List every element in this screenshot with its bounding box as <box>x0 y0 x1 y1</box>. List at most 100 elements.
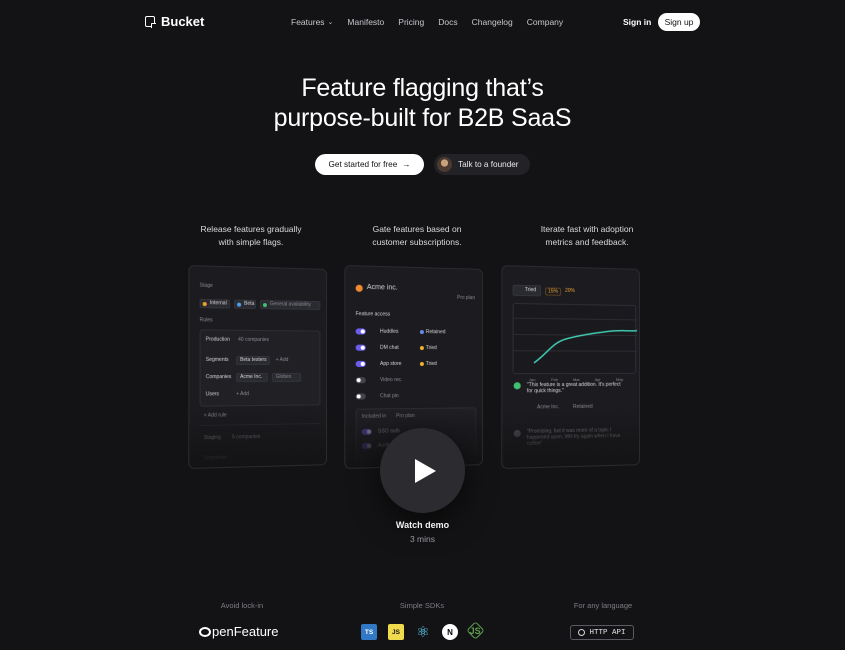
founder-avatar <box>437 157 452 172</box>
companies-label: Companies <box>205 374 232 381</box>
feature-caption-gate: Gate features based on customer subscrip… <box>342 223 492 249</box>
language-label: For any language <box>573 601 633 610</box>
nodejs-label: JS <box>469 625 482 636</box>
plan-badge: Pro plan <box>457 294 475 302</box>
company-value-2: Globex <box>275 373 292 380</box>
users-label: Users <box>205 391 220 398</box>
nav-link-features[interactable]: Features ⌄ <box>291 17 333 27</box>
company-name: Acme inc. <box>366 283 398 292</box>
openfeature-logo[interactable]: penFeature <box>199 624 279 639</box>
bucket-logo-icon <box>145 16 156 28</box>
caption-line: Gate features based on <box>372 224 462 234</box>
caption-line: Release features gradually <box>200 224 302 234</box>
gridline <box>514 351 638 352</box>
openfeature-ring-icon <box>199 626 211 637</box>
feature-caption-release: Release features gradually with simple f… <box>176 223 326 249</box>
env-segments: Segments <box>203 454 227 462</box>
react-icon[interactable]: ⚛ <box>415 624 431 641</box>
nav-link-changelog[interactable]: Changelog <box>472 17 513 27</box>
caption-line: with simple flags. <box>218 237 284 247</box>
nav-link-docs[interactable]: Docs <box>438 17 457 27</box>
feature-chat-pin: Chat pin <box>379 393 399 400</box>
globe-icon <box>578 629 586 636</box>
env2-count: 5 companies <box>232 433 261 441</box>
http-api-label: HTTP API <box>589 628 626 637</box>
feedback-1-status: Retained <box>572 403 593 410</box>
feature-dm-chat: DM chat <box>379 344 399 351</box>
lockin-label: Avoid lock-in <box>220 601 264 610</box>
sign-in-link[interactable]: Sign in <box>623 17 651 27</box>
env-count: 40 companies <box>238 336 270 344</box>
chevron-down-icon: ⌄ <box>327 19 334 26</box>
nav-link-pricing[interactable]: Pricing <box>398 17 424 27</box>
retained-dot-icon <box>419 330 424 335</box>
tried-dot-icon <box>419 346 424 351</box>
included-label: Included in <box>361 413 387 420</box>
ga-dot-icon <box>262 303 267 308</box>
toggle-huddles[interactable] <box>355 328 366 335</box>
beta-dot-icon <box>237 302 242 307</box>
gridline <box>514 334 638 335</box>
nodejs-icon[interactable]: JS <box>466 621 485 640</box>
chart-area <box>513 302 638 375</box>
add-rule[interactable]: + Add rule <box>204 412 227 418</box>
rules-label: Rules <box>199 317 213 324</box>
add-segment[interactable]: + Add <box>276 357 289 363</box>
nav-link-company[interactable]: Company <box>527 17 563 27</box>
check-circle-icon <box>513 382 521 390</box>
hero-title-line2: purpose-built for B2B SaaS <box>273 104 572 132</box>
sdks-label: Simple SDKs <box>399 601 445 610</box>
javascript-icon[interactable]: JS <box>388 624 404 640</box>
add-user[interactable]: + Add <box>236 391 249 397</box>
caption-line: metrics and feedback. <box>545 237 629 247</box>
nav-link-manifesto[interactable]: Manifesto <box>347 17 384 27</box>
hero-title: Feature flagging that’s purpose-built fo… <box>0 73 845 133</box>
toggle-video-rec[interactable] <box>355 377 366 384</box>
toggle-app-store[interactable] <box>355 360 366 367</box>
metric-tab-label: Tried <box>524 286 537 294</box>
metrics-panel: Tried 15% 20% Jan Feb Mar Apr May "This … <box>501 265 640 469</box>
caption-line: customer subscriptions. <box>372 237 462 247</box>
get-started-button[interactable]: Get started for free → <box>315 154 424 175</box>
metric-badge: 15% <box>545 287 562 296</box>
internal-dot-icon <box>202 301 207 307</box>
feedback-2: "Promising, but it was more of a topic I… <box>526 427 621 448</box>
metric-badge-2: 20% <box>565 287 575 295</box>
play-icon <box>414 458 436 483</box>
feature-app-store: App store <box>379 360 402 367</box>
toggle-chat-pin[interactable] <box>355 393 366 400</box>
status-retained: Retained <box>425 329 446 336</box>
nav-link-label: Features <box>291 17 325 27</box>
feedback-1-company: Acme Inc. <box>536 404 560 411</box>
brand-name: Bucket <box>161 14 205 29</box>
included-plan: Pro plan <box>396 413 415 420</box>
sdk-list: TS JS ⚛ N JS <box>361 621 485 641</box>
status-tried: Tried <box>425 345 437 352</box>
status-tried: Tried <box>425 361 437 367</box>
clock-icon <box>513 429 521 438</box>
divider <box>199 423 321 426</box>
play-video-button[interactable] <box>380 428 465 513</box>
toggle-sso[interactable] <box>361 428 372 436</box>
adoption-chart <box>514 304 638 375</box>
http-api-badge[interactable]: HTTP API <box>570 625 634 640</box>
feature-video-rec: Video rec. <box>379 377 403 384</box>
toggle-dm-chat[interactable] <box>355 344 366 351</box>
typescript-icon[interactable]: TS <box>361 624 377 640</box>
env-production: Production <box>205 336 230 343</box>
talk-to-founder-button[interactable]: Talk to a founder <box>434 154 530 175</box>
watch-demo-label[interactable]: Watch demo <box>0 520 845 530</box>
feature-huddles: Huddles <box>379 328 399 335</box>
nextjs-icon[interactable]: N <box>442 624 458 640</box>
feedback-1: "This feature is a great addition. It's … <box>526 381 621 395</box>
release-panel: Stage Internal Beta General availability… <box>188 265 327 469</box>
toggle-audit[interactable] <box>361 442 372 450</box>
sub-feature-sso: SSO auth <box>377 428 400 435</box>
sign-up-button[interactable]: Sign up <box>658 13 700 31</box>
stage-label: Stage <box>199 282 213 290</box>
segments-label: Segments <box>205 356 229 363</box>
nav-links: Features ⌄ Manifesto Pricing Docs Changel… <box>291 17 563 27</box>
brand-logo[interactable]: Bucket <box>145 14 204 29</box>
stage-beta: Beta <box>244 300 255 307</box>
caption-line: Iterate fast with adoption <box>540 224 634 234</box>
